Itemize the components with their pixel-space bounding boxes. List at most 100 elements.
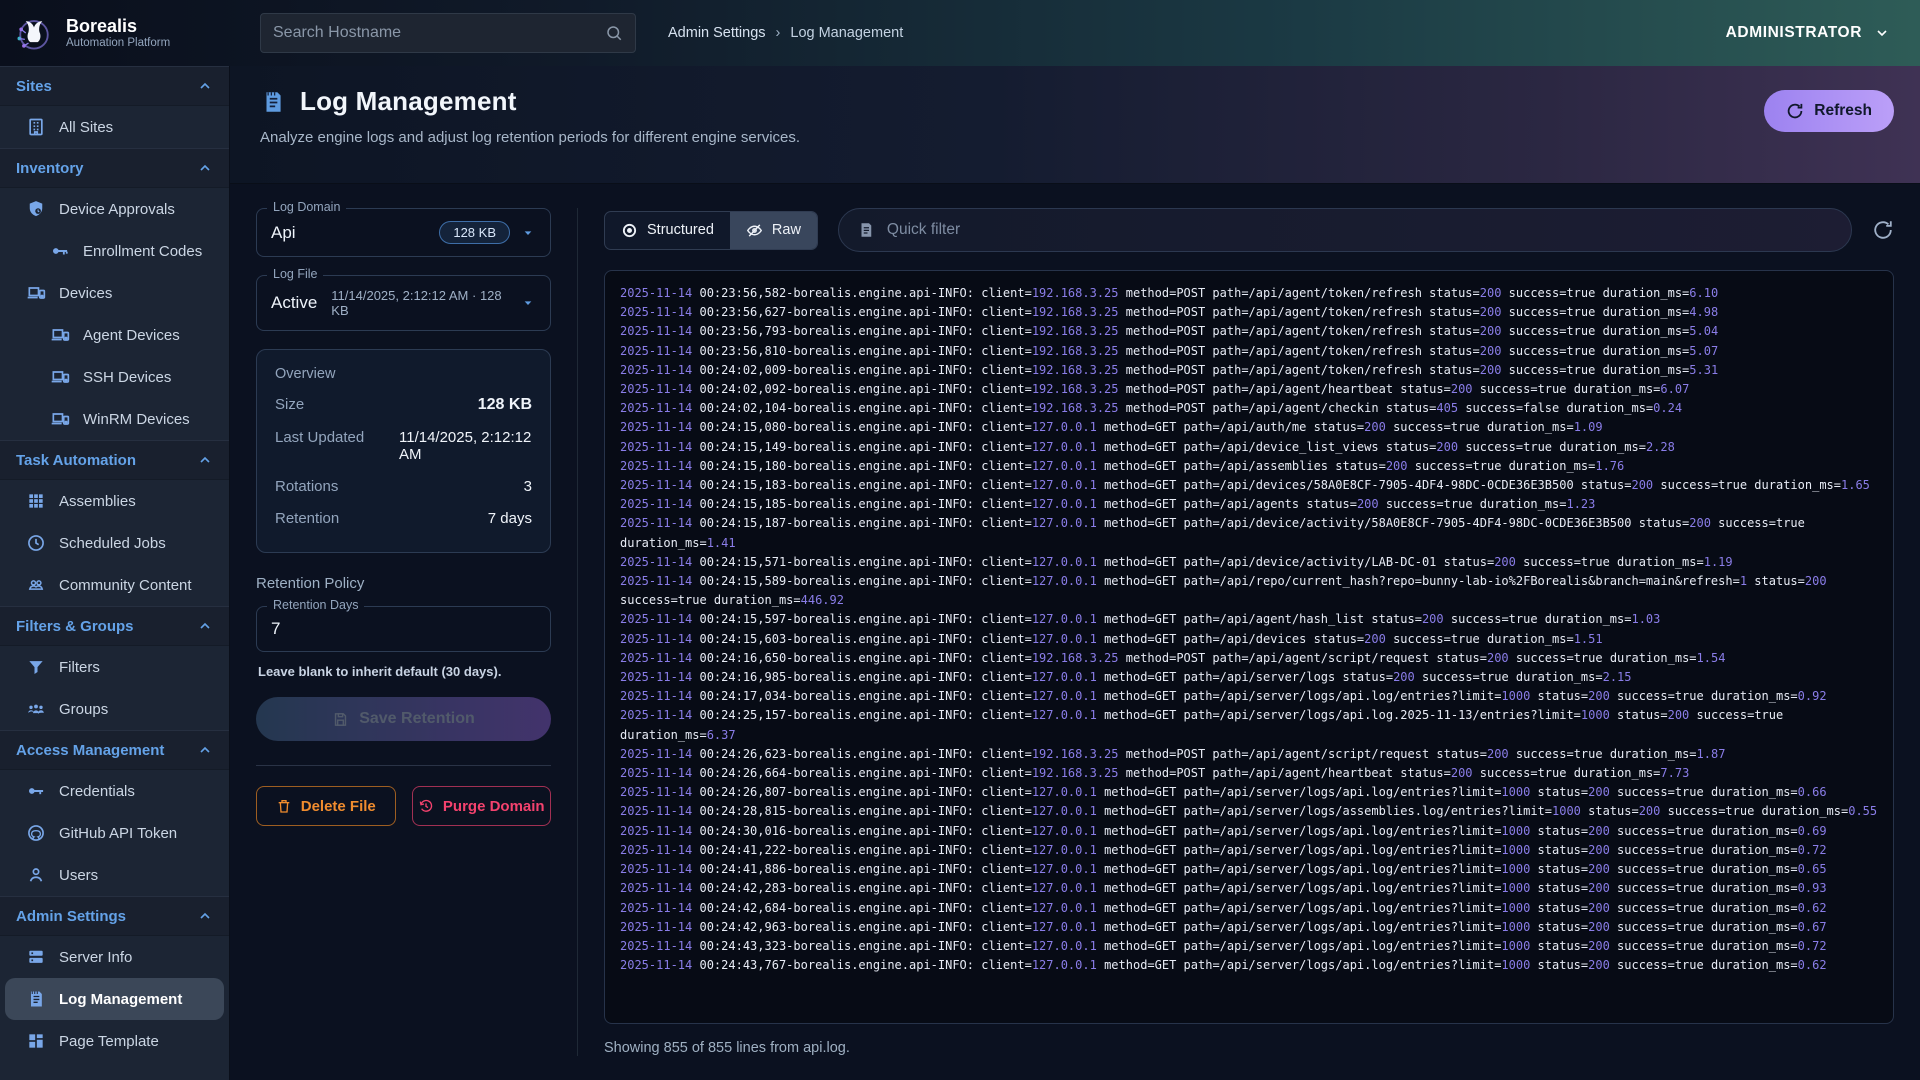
sidebar-item-all-sites[interactable]: All Sites (0, 106, 229, 148)
sidebar-section-admin-settings[interactable]: Admin Settings (0, 896, 229, 936)
caret-down-icon (520, 225, 536, 241)
sidebar-item-enrollment-codes[interactable]: Enrollment Codes (0, 230, 229, 272)
structured-view-label: Structured (647, 222, 714, 238)
log-line: 2025-11-14 00:23:56,627-borealis.engine.… (620, 303, 1883, 322)
save-retention-label: Save Retention (359, 710, 475, 728)
user-label: ADMINISTRATOR (1726, 24, 1862, 42)
structured-view-tab[interactable]: Structured (605, 212, 730, 249)
sidebar-item-github-api-token[interactable]: GitHub API Token (0, 812, 229, 854)
sidebar-item-assemblies[interactable]: Assemblies (0, 480, 229, 522)
sidebar-item-label: Server Info (59, 949, 132, 966)
refresh-button[interactable]: Refresh (1764, 90, 1894, 132)
log-line: 2025-11-14 00:23:56,793-borealis.engine.… (620, 322, 1883, 341)
log-file-select[interactable]: Log File Active 11/14/2025, 2:12:12 AM ·… (256, 275, 551, 331)
raw-view-label: Raw (772, 222, 801, 238)
log-settings-panel: Log Domain Api 128 KB Log File Active 11… (256, 208, 578, 1056)
sidebar-item-groups[interactable]: Groups (0, 688, 229, 730)
overview-title: Overview (275, 366, 532, 382)
log-domain-label: Log Domain (267, 200, 346, 214)
sidebar-section-access-management[interactable]: Access Management (0, 730, 229, 770)
sidebar-item-device-approvals[interactable]: Device Approvals (0, 188, 229, 230)
sidebar-item-label: Device Approvals (59, 201, 175, 218)
eye-off-icon (746, 222, 763, 239)
eye-icon (621, 222, 638, 239)
filter-icon (26, 657, 46, 677)
sidebar-section-inventory[interactable]: Inventory (0, 148, 229, 188)
log-line: 2025-11-14 00:23:56,582-borealis.engine.… (620, 284, 1883, 303)
log-line: 2025-11-14 00:24:30,016-borealis.engine.… (620, 822, 1883, 841)
sidebar-item-label: All Sites (59, 119, 113, 136)
log-line: 2025-11-14 00:24:15,597-borealis.engine.… (620, 610, 1883, 629)
sidebar-section-sites[interactable]: Sites (0, 66, 229, 106)
sidebar-item-log-management[interactable]: Log Management (5, 978, 224, 1020)
retention-days-label: Retention Days (267, 598, 364, 612)
log-line: 2025-11-14 00:24:15,187-borealis.engine.… (620, 514, 1883, 552)
chevron-up-icon (197, 618, 213, 634)
sidebar-item-label: WinRM Devices (83, 411, 190, 428)
server-icon (26, 947, 46, 967)
sidebar-section-label: Admin Settings (16, 908, 126, 925)
log-line: 2025-11-14 00:24:42,963-borealis.engine.… (620, 918, 1883, 937)
overview-row-rotations: Rotations 3 (275, 478, 532, 495)
save-retention-button[interactable]: Save Retention (256, 697, 551, 741)
sidebar-item-users[interactable]: Users (0, 854, 229, 896)
user-menu[interactable]: ADMINISTRATOR (1726, 24, 1890, 42)
search-icon (605, 24, 623, 42)
retention-helper-text: Leave blank to inherit default (30 days)… (258, 664, 551, 679)
log-line: 2025-11-14 00:24:15,149-borealis.engine.… (620, 438, 1883, 457)
raw-view-tab[interactable]: Raw (730, 212, 817, 249)
sidebar-section-label: Inventory (16, 160, 84, 177)
log-line: 2025-11-14 00:24:16,650-borealis.engine.… (620, 649, 1883, 668)
sidebar-section-filters-groups[interactable]: Filters & Groups (0, 606, 229, 646)
log-line: 2025-11-14 00:24:43,767-borealis.engine.… (620, 956, 1883, 975)
sidebar-section-label: Filters & Groups (16, 618, 134, 635)
log-line: 2025-11-14 00:24:41,886-borealis.engine.… (620, 860, 1883, 879)
log-line: 2025-11-14 00:24:26,623-borealis.engine.… (620, 745, 1883, 764)
sidebar-item-page-template[interactable]: Page Template (0, 1020, 229, 1062)
brand-subtitle: Automation Platform (66, 37, 170, 49)
log-line: 2025-11-14 00:24:15,603-borealis.engine.… (620, 630, 1883, 649)
log-line: 2025-11-14 00:24:15,180-borealis.engine.… (620, 457, 1883, 476)
log-domain-select[interactable]: Log Domain Api 128 KB (256, 208, 551, 257)
breadcrumb-log-management[interactable]: Log Management (790, 25, 903, 41)
page-title: Log Management (300, 86, 517, 117)
log-line: 2025-11-14 00:24:42,684-borealis.engine.… (620, 899, 1883, 918)
grid-icon (26, 491, 46, 511)
delete-file-button[interactable]: Delete File (256, 786, 396, 826)
save-icon (332, 711, 349, 728)
refresh-label: Refresh (1814, 102, 1872, 120)
sidebar-item-label: Devices (59, 285, 112, 302)
sidebar-item-filters[interactable]: Filters (0, 646, 229, 688)
overview-value: 7 days (383, 510, 532, 527)
sidebar-item-credentials[interactable]: Credentials (0, 770, 229, 812)
log-line: 2025-11-14 00:24:15,185-borealis.engine.… (620, 495, 1883, 514)
sidebar-section-task-automation[interactable]: Task Automation (0, 440, 229, 480)
search-input[interactable]: Search Hostname (260, 13, 636, 53)
sidebar-item-ssh-devices[interactable]: SSH Devices (0, 356, 229, 398)
sidebar-item-devices[interactable]: Devices (0, 272, 229, 314)
reload-logs-icon[interactable] (1872, 219, 1894, 241)
sidebar-item-server-info[interactable]: Server Info (0, 936, 229, 978)
sidebar-item-community-content[interactable]: Community Content (0, 564, 229, 606)
purge-domain-button[interactable]: Purge Domain (412, 786, 552, 826)
sidebar-item-label: Enrollment Codes (83, 243, 202, 260)
sidebar-item-winrm-devices[interactable]: WinRM Devices (0, 398, 229, 440)
log-output[interactable]: 2025-11-14 00:23:56,582-borealis.engine.… (604, 270, 1894, 1024)
retention-days-field[interactable]: Retention Days 7 (256, 606, 551, 652)
overview-value: 3 (383, 478, 532, 495)
overview-label: Rotations (275, 478, 371, 495)
sidebar-item-scheduled-jobs[interactable]: Scheduled Jobs (0, 522, 229, 564)
log-toolbar: Structured Raw Quick filter (604, 208, 1894, 252)
breadcrumb-separator: › (776, 25, 781, 41)
divider (256, 765, 551, 766)
clock-icon (26, 533, 46, 553)
purge-domain-label: Purge Domain (443, 798, 545, 815)
sidebar-section-label: Access Management (16, 742, 164, 759)
log-line-count: Showing 855 of 855 lines from api.log. (604, 1040, 1894, 1056)
devices-icon (50, 325, 70, 345)
credentials-icon (26, 781, 46, 801)
breadcrumb-admin-settings[interactable]: Admin Settings (668, 25, 766, 41)
quick-filter-input[interactable]: Quick filter (838, 208, 1852, 252)
log-line: 2025-11-14 00:24:25,157-borealis.engine.… (620, 706, 1883, 744)
sidebar-item-agent-devices[interactable]: Agent Devices (0, 314, 229, 356)
